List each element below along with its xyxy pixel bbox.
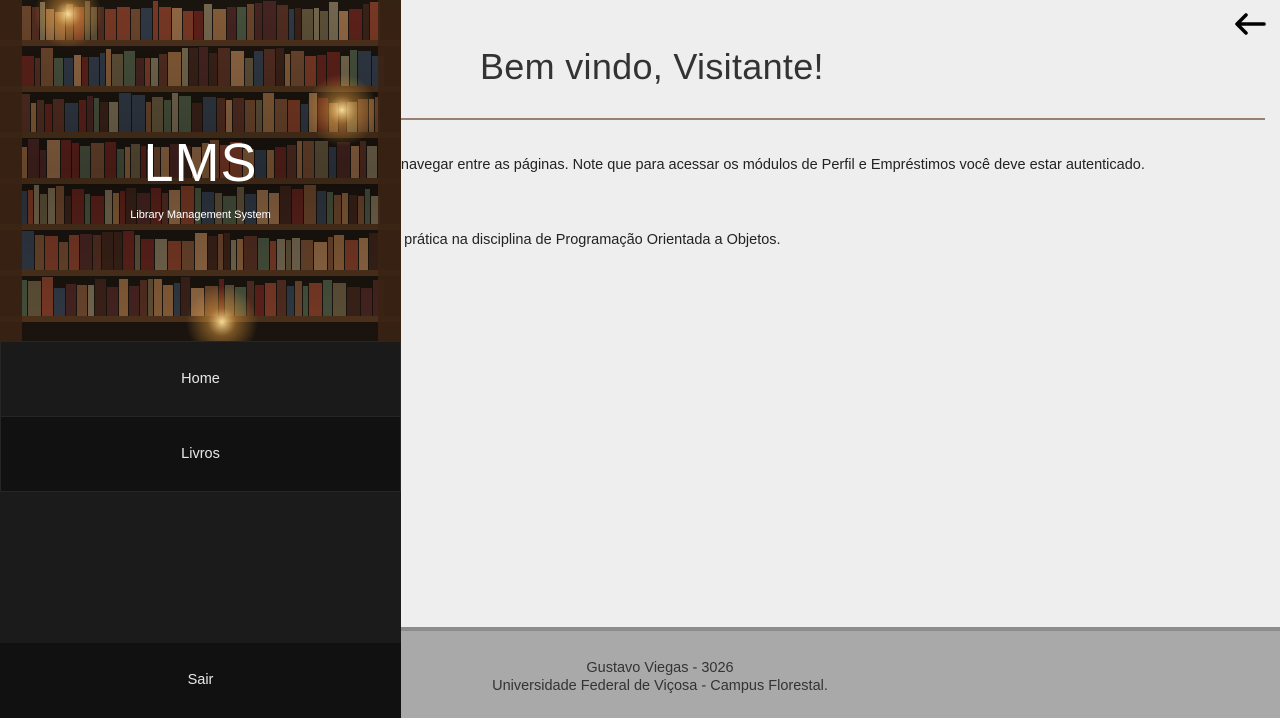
footer-institution: Universidade Federal de Viçosa - Campus …	[492, 678, 828, 694]
logo-subtitle: Library Management System	[130, 209, 271, 221]
footer-author: Gustavo Viegas - 3026	[586, 660, 734, 676]
sidebar-item-livros[interactable]: Livros	[0, 417, 401, 492]
title-divider	[400, 118, 1265, 120]
sidebar: LMS Library Management System Home Livro…	[0, 0, 401, 718]
arrow-left-icon[interactable]	[1232, 10, 1266, 38]
logout-button[interactable]: Sair	[0, 643, 401, 718]
about-paragraph-text: no prática na disciplina de Programação …	[384, 232, 781, 248]
page-title: Bem vindo, Visitante!	[480, 46, 824, 87]
sidebar-banner: LMS Library Management System	[0, 0, 401, 341]
logo-title: LMS	[143, 133, 258, 193]
footer-text: Gustavo Viegas - 3026 Universidade Feder…	[390, 659, 930, 695]
sidebar-item-home[interactable]: Home	[0, 341, 401, 417]
intro-paragraph-text: ra navegar entre as páginas. Note que pa…	[384, 157, 1145, 173]
